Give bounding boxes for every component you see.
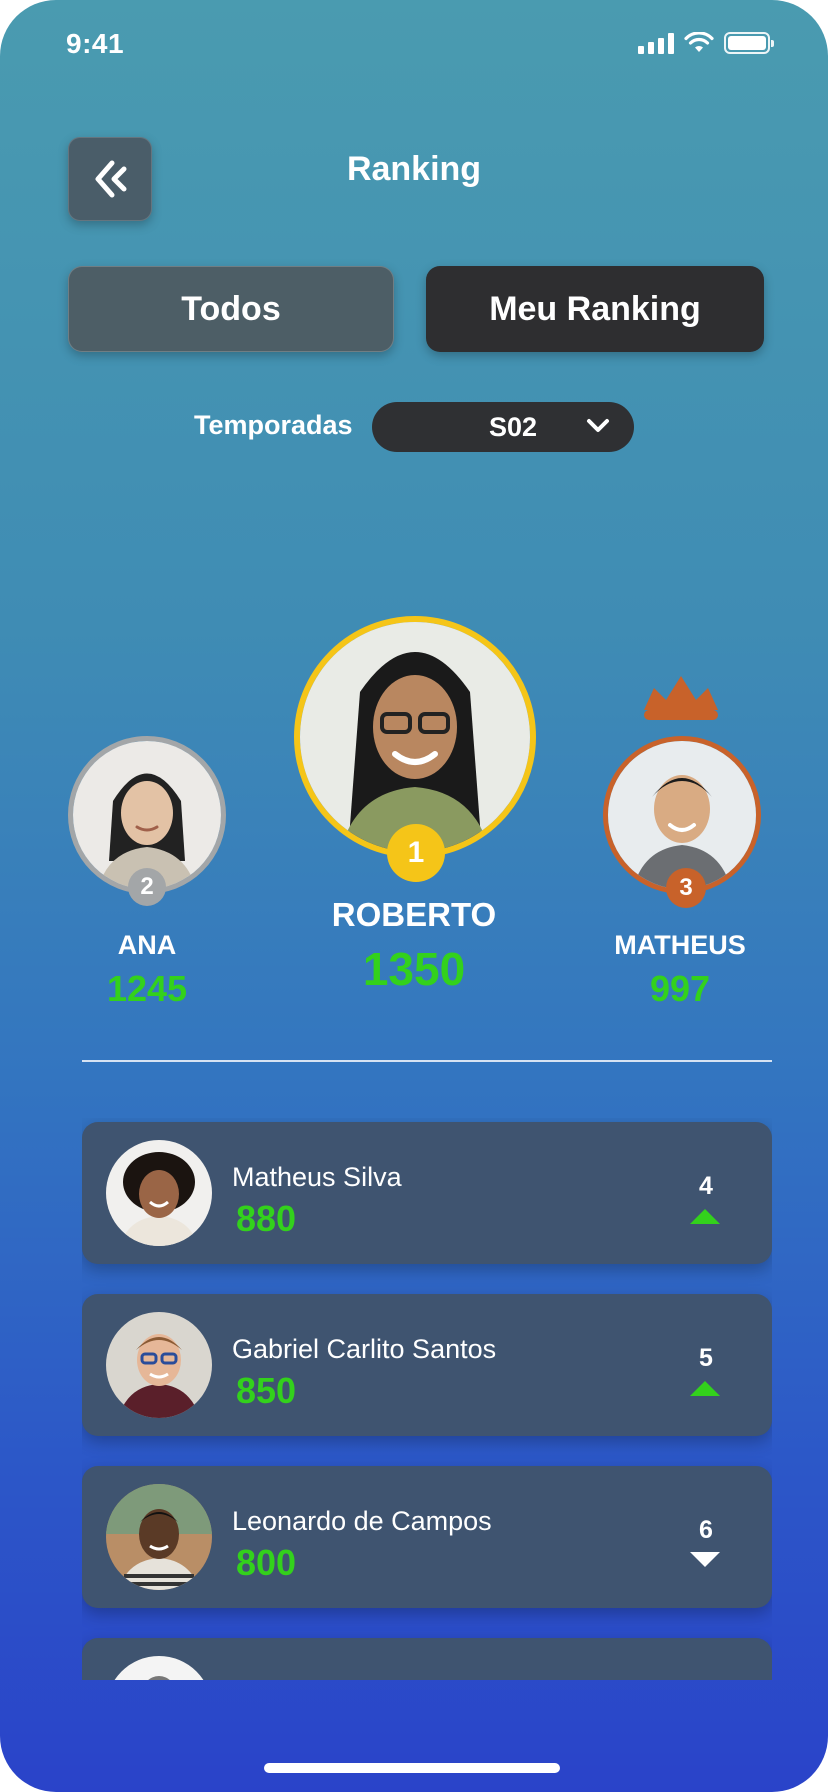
- player-rank: 4: [699, 1172, 713, 1200]
- crown-icon: [644, 676, 718, 720]
- tab-todos[interactable]: Todos: [68, 266, 394, 352]
- player-avatar: [106, 1312, 212, 1418]
- chevron-down-icon: [587, 419, 609, 432]
- third-place-rank-badge: 3: [666, 868, 706, 908]
- player-avatar: [106, 1656, 212, 1680]
- trend-up-icon: [690, 1381, 720, 1396]
- ranking-list[interactable]: Matheus Silva 880 4 Gabriel Carlito Sant…: [82, 1118, 772, 1680]
- cellular-signal-icon: [638, 32, 674, 54]
- player-name: Gabriel Carlito Santos: [232, 1334, 497, 1364]
- tab-meu-ranking[interactable]: Meu Ranking: [426, 266, 764, 352]
- third-place-score: 997: [649, 968, 711, 1009]
- ranking-row[interactable]: Matheus Silva 880 4: [82, 1122, 772, 1264]
- second-place-rank-badge: 2: [128, 868, 166, 906]
- wifi-icon: [684, 32, 714, 52]
- trend-down-icon: [690, 1552, 720, 1567]
- first-place-rank-badge: 1: [387, 824, 445, 882]
- second-place-name: ANA: [117, 930, 177, 960]
- player-score: 880: [236, 1198, 297, 1239]
- player-avatar: [106, 1140, 212, 1246]
- battery-icon: [724, 32, 774, 54]
- player-avatar: [106, 1484, 212, 1590]
- app-screen: 9:41 Ranking Todos Meu Ranking Temporada…: [0, 0, 828, 1792]
- ranking-row[interactable]: Leonardo de Campos 800 6: [82, 1466, 772, 1608]
- status-time: 9:41: [66, 28, 125, 59]
- status-icons: [638, 32, 774, 54]
- first-place-avatar[interactable]: [294, 616, 536, 858]
- first-place-name: ROBERTO: [331, 896, 497, 933]
- trend-up-icon: [690, 1209, 720, 1224]
- season-dropdown[interactable]: S02: [372, 402, 634, 452]
- player-score: 800: [236, 1542, 297, 1583]
- player-name: Matheus Silva: [232, 1162, 402, 1192]
- status-bar: 9:41: [0, 0, 828, 90]
- divider: [82, 1060, 772, 1062]
- player-rank: 6: [699, 1516, 713, 1544]
- player-score: 850: [236, 1370, 297, 1411]
- player-rank: 5: [699, 1344, 713, 1372]
- ranking-row[interactable]: Gabriel Carlito Santos 850 5: [82, 1294, 772, 1436]
- page-title: Ranking: [346, 150, 482, 188]
- home-indicator[interactable]: [264, 1763, 560, 1773]
- player-name: Leonardo de Campos: [232, 1506, 492, 1536]
- second-place-score: 1245: [106, 968, 188, 1009]
- third-place-name: MATHEUS: [614, 930, 746, 960]
- ranking-row-partial[interactable]: [82, 1638, 772, 1680]
- first-place-score: 1350: [362, 943, 466, 995]
- season-label: Temporadas: [194, 410, 353, 440]
- season-selected-value: S02: [488, 411, 538, 442]
